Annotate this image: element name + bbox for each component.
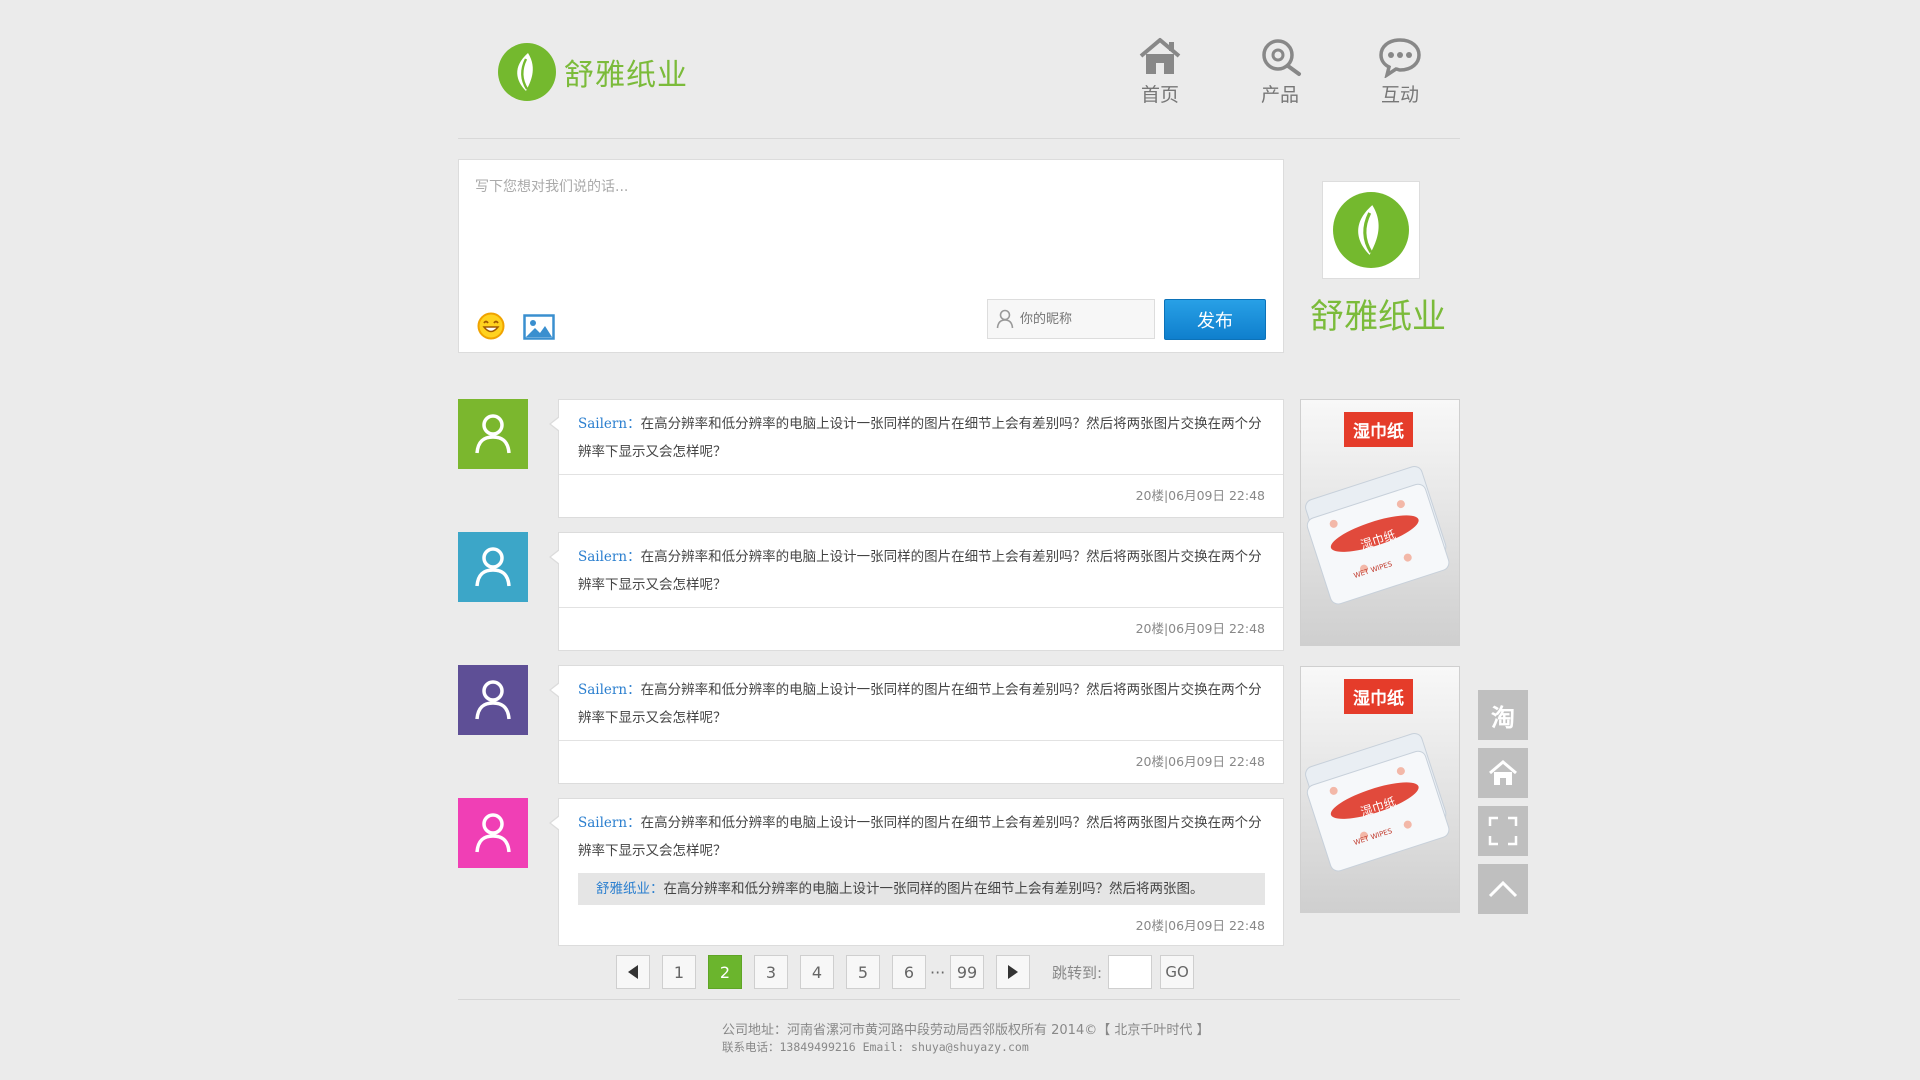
- taobao-button[interactable]: 淘: [1478, 690, 1528, 740]
- avatar: [458, 798, 528, 868]
- page-2-current[interactable]: 2: [708, 955, 742, 989]
- comment-text-block: Sailern：在高分辨率和低分辨率的电脑上设计一张同样的图片在细节上会有差别吗…: [559, 799, 1283, 873]
- comment-text: 在高分辨率和低分辨率的电脑上设计一张同样的图片在细节上会有差别吗？然后将两张图片…: [578, 682, 1262, 726]
- pagination: 1 2 3 4 5 6 ··· 99 跳转到: GO: [616, 955, 1195, 989]
- side-brand: 舒雅纸业: [1306, 181, 1450, 341]
- ad-tag: 湿巾纸: [1344, 679, 1413, 714]
- chevron-up-icon: [1488, 880, 1518, 898]
- product-ad[interactable]: 湿巾纸 湿巾纸 WET WIPES: [1300, 666, 1460, 913]
- home-icon: [1139, 38, 1181, 74]
- fullscreen-icon: [1488, 816, 1518, 846]
- main-nav: 首页 产品 互动: [1100, 36, 1460, 107]
- header-divider: [458, 138, 1460, 139]
- page-ellipsis: ···: [930, 962, 946, 982]
- page-6[interactable]: 6: [892, 955, 926, 989]
- home-button[interactable]: [1478, 748, 1528, 798]
- nav-home[interactable]: 首页: [1100, 36, 1220, 107]
- site-logo[interactable]: 舒雅纸业: [498, 40, 688, 104]
- comment-bubble: Sailern：在高分辨率和低分辨率的电脑上设计一张同样的图片在细节上会有差别吗…: [549, 399, 1284, 518]
- user-icon: [475, 813, 511, 853]
- nav-products[interactable]: 产品: [1220, 36, 1340, 107]
- floating-toolbar: 淘: [1478, 690, 1528, 922]
- comment-text-block: Sailern：在高分辨率和低分辨率的电脑上设计一张同样的图片在细节上会有差别吗…: [559, 400, 1283, 474]
- avatar: [458, 399, 528, 469]
- nickname-field: [987, 299, 1155, 339]
- comment-bubble: Sailern：在高分辨率和低分辨率的电脑上设计一张同样的图片在细节上会有差别吗…: [549, 665, 1284, 784]
- comment-meta: 20楼|06月09日 22:48: [559, 740, 1283, 783]
- footer: 公司地址：河南省漯河市黄河路中段劳动局西邻版权所有 2014©【 北京千叶时代 …: [722, 1022, 1209, 1056]
- taobao-icon: 淘: [1491, 703, 1515, 732]
- page-1[interactable]: 1: [662, 955, 696, 989]
- home-icon: [1489, 760, 1517, 785]
- comment-username[interactable]: Sailern：: [578, 416, 641, 432]
- page-4[interactable]: 4: [800, 955, 834, 989]
- comment-text: 在高分辨率和低分辨率的电脑上设计一张同样的图片在细节上会有差别吗？然后将两张图片…: [578, 416, 1262, 460]
- comment-text: 在高分辨率和低分辨率的电脑上设计一张同样的图片在细节上会有差别吗？然后将两张图片…: [578, 549, 1262, 593]
- user-icon: [475, 414, 511, 454]
- reply-text: 在高分辨率和低分辨率的电脑上设计一张同样的图片在细节上会有差别吗？然后将两张图。: [663, 881, 1204, 897]
- nav-interact-label: 互动: [1380, 84, 1419, 106]
- search-icon: [1262, 39, 1301, 76]
- nav-interact[interactable]: 互动: [1340, 36, 1460, 107]
- nav-home-label: 首页: [1140, 84, 1179, 106]
- leaf-logo-icon: [498, 43, 556, 101]
- user-icon: [475, 680, 511, 720]
- side-brand-name: 舒雅纸业: [1310, 297, 1446, 337]
- triangle-left-icon: [628, 965, 638, 979]
- comment-meta: 20楼|06月09日 22:48: [559, 607, 1283, 650]
- nav-products-label: 产品: [1260, 84, 1299, 106]
- page-wrapper: 舒雅纸业 首页 产品 互动 写下您想对我们说的话... 你的昵称 发布 舒雅纸业…: [458, 0, 1460, 1080]
- page-5[interactable]: 5: [846, 955, 880, 989]
- prev-page-button[interactable]: [616, 955, 650, 989]
- comment-text: 在高分辨率和低分辨率的电脑上设计一张同样的图片在细节上会有差别吗？然后将两张图片…: [578, 815, 1262, 859]
- message-compose: 发布: [458, 159, 1284, 353]
- user-icon: [996, 309, 1014, 329]
- leaf-logo-icon: [1333, 192, 1409, 268]
- comment-bubble: Sailern：在高分辨率和低分辨率的电脑上设计一张同样的图片在细节上会有差别吗…: [549, 798, 1284, 946]
- avatar: [458, 665, 528, 735]
- chat-icon: [1379, 38, 1421, 78]
- comment-bubble: Sailern：在高分辨率和低分辨率的电脑上设计一张同样的图片在细节上会有差别吗…: [549, 532, 1284, 651]
- comment-text-block: Sailern：在高分辨率和低分辨率的电脑上设计一张同样的图片在细节上会有差别吗…: [559, 666, 1283, 740]
- comment-meta: 20楼|06月09日 22:48: [1135, 918, 1265, 933]
- page-last[interactable]: 99: [950, 955, 984, 989]
- comment-username[interactable]: Sailern：: [578, 682, 641, 698]
- comment-text-block: Sailern：在高分辨率和低分辨率的电脑上设计一张同样的图片在细节上会有差别吗…: [559, 533, 1283, 607]
- avatar: [458, 532, 528, 602]
- side-logo-box: [1322, 181, 1420, 279]
- emoji-icon[interactable]: [477, 312, 505, 340]
- ad-tag: 湿巾纸: [1344, 412, 1413, 447]
- go-button[interactable]: GO: [1160, 955, 1195, 989]
- admin-reply: 舒雅纸业：在高分辨率和低分辨率的电脑上设计一张同样的图片在细节上会有差别吗？然后…: [578, 873, 1265, 905]
- jump-label: 跳转到:: [1052, 963, 1103, 982]
- comment-username[interactable]: Sailern：: [578, 815, 641, 831]
- footer-divider: [458, 999, 1460, 1000]
- fullscreen-button[interactable]: [1478, 806, 1528, 856]
- triangle-right-icon: [1008, 965, 1018, 979]
- next-page-button[interactable]: [996, 955, 1030, 989]
- page-3[interactable]: 3: [754, 955, 788, 989]
- reply-username: 舒雅纸业：: [596, 881, 664, 897]
- message-input[interactable]: [473, 174, 1267, 318]
- nickname-input[interactable]: [1018, 310, 1142, 328]
- brand-name: 舒雅纸业: [564, 58, 688, 93]
- comment-meta: 20楼|06月09日 22:48: [559, 474, 1283, 517]
- comment-username[interactable]: Sailern：: [578, 549, 641, 565]
- user-icon: [475, 547, 511, 587]
- publish-button[interactable]: 发布: [1164, 299, 1266, 340]
- image-icon[interactable]: [523, 314, 555, 340]
- footer-contact: 联系电话：13849499216 Email: shuya@shuyazy.co…: [722, 1040, 1029, 1054]
- back-to-top-button[interactable]: [1478, 864, 1528, 914]
- product-ad[interactable]: 湿巾纸 湿巾纸 WET WIPES: [1300, 399, 1460, 646]
- jump-page-input[interactable]: [1108, 955, 1153, 989]
- footer-address: 公司地址：河南省漯河市黄河路中段劳动局西邻版权所有 2014©【 北京千叶时代 …: [722, 1023, 1210, 1038]
